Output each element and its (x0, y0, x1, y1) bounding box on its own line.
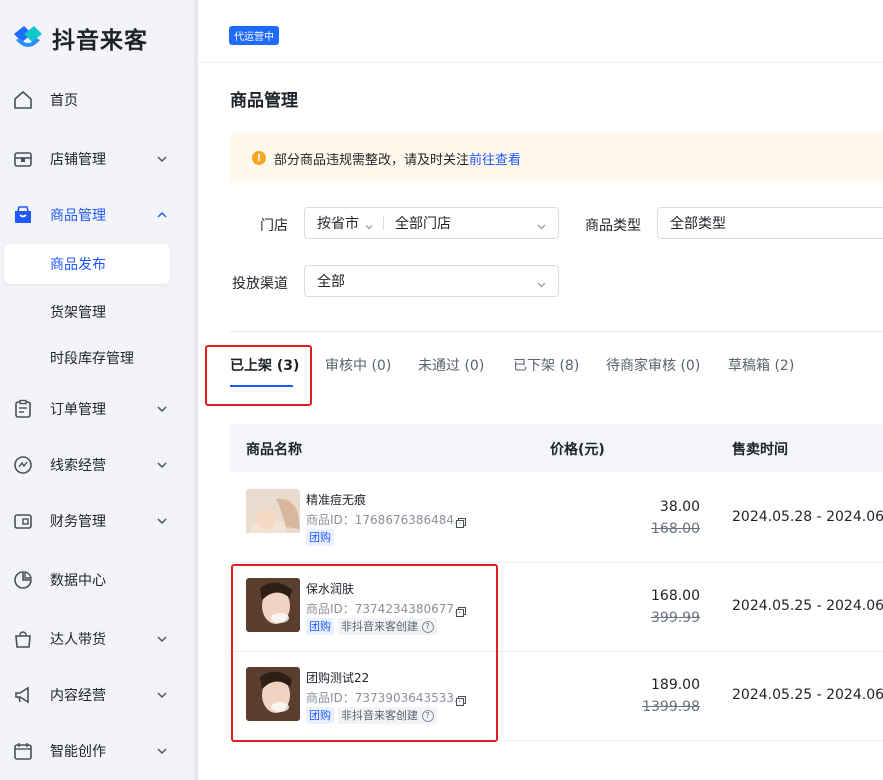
chevron-down-icon (156, 403, 168, 415)
column-header-price: 价格(元) (550, 442, 605, 458)
chevron-down-icon (156, 515, 168, 527)
sidebar-item-ai-creation[interactable]: 智能创作 (0, 731, 194, 771)
sidebar-item-label: 订单管理 (50, 402, 106, 418)
sidebar-subitem-label: 时段库存管理 (50, 351, 134, 367)
original-price: 399.99 (651, 610, 700, 626)
chevron-down-icon (156, 745, 168, 757)
sidebar-item-finance[interactable]: 财务管理 (0, 501, 194, 541)
sidebar-item-content[interactable]: 内容经营 (0, 675, 194, 715)
sidebar-subitem-label: 商品发布 (50, 257, 106, 273)
tab-merchant-review[interactable]: 待商家审核 (0) (606, 355, 700, 375)
sidebar-item-store[interactable]: 店铺管理 (0, 139, 194, 179)
store-mode-value[interactable]: 按省市 (317, 213, 359, 233)
clipboard-icon (12, 398, 34, 420)
sidebar: 抖音来客 首页 店铺管理 商品管理 商品发布 货架管理 时段库存管理 订单管理 (0, 0, 194, 780)
chevron-down-icon (365, 219, 373, 230)
sidebar-item-label: 首页 (50, 93, 78, 109)
store-filter-label: 门店 (260, 218, 288, 234)
sidebar-item-label: 线索经营 (50, 458, 106, 474)
sidebar-subitem-shelf[interactable]: 货架管理 (0, 292, 194, 332)
original-price: 1399.98 (642, 699, 700, 715)
chevron-down-icon (156, 633, 168, 645)
price: 189.00 (651, 677, 700, 693)
store-filter-select[interactable]: 按省市 全部门店 (304, 207, 559, 239)
sidebar-item-products[interactable]: 商品管理 (0, 195, 194, 235)
megaphone-icon (12, 684, 34, 706)
chevron-up-icon (156, 209, 168, 221)
sidebar-item-label: 数据中心 (50, 573, 106, 589)
store-icon (12, 148, 34, 170)
store-value: 全部门店 (395, 216, 451, 232)
bag-icon (12, 204, 34, 226)
notice-text: 部分商品违规需整改，请及时关注 (274, 152, 470, 168)
sale-time: 2024.05.25 - 2024.06.08 (732, 687, 883, 703)
price: 168.00 (651, 588, 700, 604)
section-divider (230, 331, 883, 332)
pie-chart-icon (12, 569, 34, 591)
type-filter-label: 商品类型 (585, 218, 641, 234)
main-content: 代运营中 商品管理 ! 部分商品违规需整改，请及时关注 前往查看 门店 按省市 … (198, 0, 883, 780)
sidebar-item-influencer[interactable]: 达人带货 (0, 619, 194, 659)
highlight-box-tab (205, 345, 312, 406)
sidebar-item-label: 财务管理 (50, 514, 106, 530)
page-title: 商品管理 (230, 91, 298, 111)
copy-icon[interactable] (456, 513, 466, 528)
table-header: 商品名称 价格(元) 售卖时间 (230, 424, 883, 472)
lead-icon (12, 454, 34, 476)
select-separator (383, 216, 384, 230)
chevron-down-icon (537, 277, 546, 288)
channel-filter-label: 投放渠道 (232, 276, 288, 292)
tab-rejected[interactable]: 未通过 (0) (418, 355, 484, 375)
sidebar-item-data-center[interactable]: 数据中心 (0, 560, 194, 600)
channel-filter-select[interactable]: 全部 (304, 265, 559, 297)
operation-status-badge: 代运营中 (229, 26, 279, 45)
logo-mark-icon (10, 20, 46, 56)
shopping-bag-icon (12, 628, 34, 650)
chevron-down-icon (156, 689, 168, 701)
sidebar-item-label: 达人带货 (50, 632, 106, 648)
calendar-icon (12, 740, 34, 762)
notice-view-link[interactable]: 前往查看 (469, 149, 521, 168)
tag-group-buy: 团购 (306, 529, 334, 546)
sidebar-item-orders[interactable]: 订单管理 (0, 389, 194, 429)
home-icon (12, 89, 34, 111)
type-filter-select[interactable]: 全部类型 (657, 207, 883, 239)
tab-drafts[interactable]: 草稿箱 (2) (728, 355, 794, 375)
chevron-down-icon (156, 153, 168, 165)
table-row[interactable]: 精准痘无痕 商品ID：1768676386484... 团购 38.00 168… (230, 473, 883, 563)
app-logo[interactable]: 抖音来客 (10, 18, 148, 58)
highlight-box-rows (231, 564, 498, 742)
product-id: 商品ID：1768676386484... (306, 513, 466, 527)
tab-delisted[interactable]: 已下架 (8) (513, 355, 579, 375)
sidebar-item-label: 店铺管理 (50, 152, 106, 168)
sidebar-item-home[interactable]: 首页 (0, 80, 194, 120)
tab-reviewing[interactable]: 审核中 (0) (325, 355, 391, 375)
sale-time: 2024.05.25 - 2024.06.08 (732, 598, 883, 614)
column-header-sale-time: 售卖时间 (732, 442, 788, 458)
price: 38.00 (659, 499, 700, 515)
sidebar-item-label: 内容经营 (50, 688, 106, 704)
product-thumbnail (246, 489, 300, 543)
chevron-down-icon (537, 219, 546, 230)
top-bar: 代运营中 (198, 0, 883, 63)
sidebar-item-leads[interactable]: 线索经营 (0, 445, 194, 485)
sidebar-subitem-label: 货架管理 (50, 305, 106, 321)
wallet-icon (12, 510, 34, 532)
sidebar-subitem-stock[interactable]: 时段库存管理 (0, 338, 194, 378)
sidebar-item-label: 智能创作 (50, 744, 106, 760)
sale-time: 2024.05.28 - 2024.06.30 (732, 509, 883, 525)
chevron-down-icon (156, 459, 168, 471)
original-price: 168.00 (651, 521, 700, 537)
type-value: 全部类型 (670, 216, 726, 232)
column-header-name: 商品名称 (246, 442, 302, 458)
channel-value: 全部 (317, 274, 345, 290)
logo-text: 抖音来客 (52, 28, 148, 54)
sidebar-item-label: 商品管理 (50, 208, 106, 224)
violation-notice: ! 部分商品违规需整改，请及时关注 前往查看 (230, 133, 883, 183)
warning-icon: ! (252, 151, 266, 165)
product-name[interactable]: 精准痘无痕 (306, 491, 366, 508)
sidebar-subitem-product-publish[interactable]: 商品发布 (4, 244, 170, 284)
